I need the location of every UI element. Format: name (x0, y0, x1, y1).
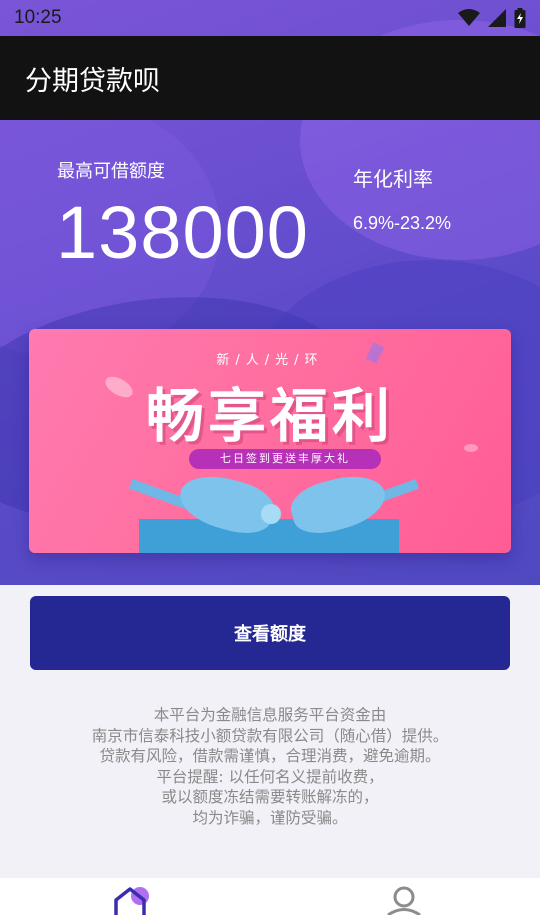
annual-rate-value: 6.9%-23.2% (353, 213, 452, 233)
wifi-icon (458, 9, 480, 26)
disclaimer: 本平台为金融信息服务平台资金由 南京市信泰科技小额贷款有限公司（随心借）提供。 … (20, 705, 520, 828)
disclaimer-line: 均为诈骗，谨防受骗。 (192, 808, 348, 827)
signal-icon (488, 9, 506, 27)
status-bar: 10:25 (0, 0, 540, 36)
status-time: 10:25 (14, 7, 62, 28)
banner-pill: 七日签到更送丰厚大礼 (189, 449, 381, 469)
battery-icon (514, 8, 526, 28)
disclaimer-line: 或以额度冻结需要转账解冻的， (161, 788, 379, 806)
disclaimer-line: 本平台为金融信息服务平台资金由 (153, 706, 387, 724)
app-title: 分期贷款呗 (25, 65, 160, 97)
gift-bow-knot (261, 504, 281, 524)
banner-subtitle: 新/人/光/环 (216, 353, 324, 368)
disclaimer-line: 平台提醒: 以任何名义提前收费， (156, 767, 384, 786)
max-credit-label: 最高可借额度 (57, 161, 165, 182)
status-icons (458, 8, 526, 28)
promo-banner[interactable]: 新/人/光/环 畅享福利 七日签到更送丰厚大礼 (29, 329, 511, 553)
home-icon[interactable] (110, 886, 154, 915)
view-credit-button[interactable]: 查看额度 (30, 596, 510, 670)
banner-title: 畅享福利 (145, 382, 394, 450)
max-credit-amount: 138000 (56, 191, 309, 274)
disclaimer-line: 贷款有风险，借款需谨慎，合理消费，避免逾期。 (99, 747, 441, 765)
annual-rate-label: 年化利率 (353, 167, 433, 191)
user-icon[interactable] (382, 886, 426, 915)
app-bar: 分期贷款呗 (0, 36, 540, 120)
disclaimer-line: 南京市信泰科技小额贷款有限公司（随心借）提供。 (91, 726, 449, 745)
bottom-nav (0, 878, 540, 915)
